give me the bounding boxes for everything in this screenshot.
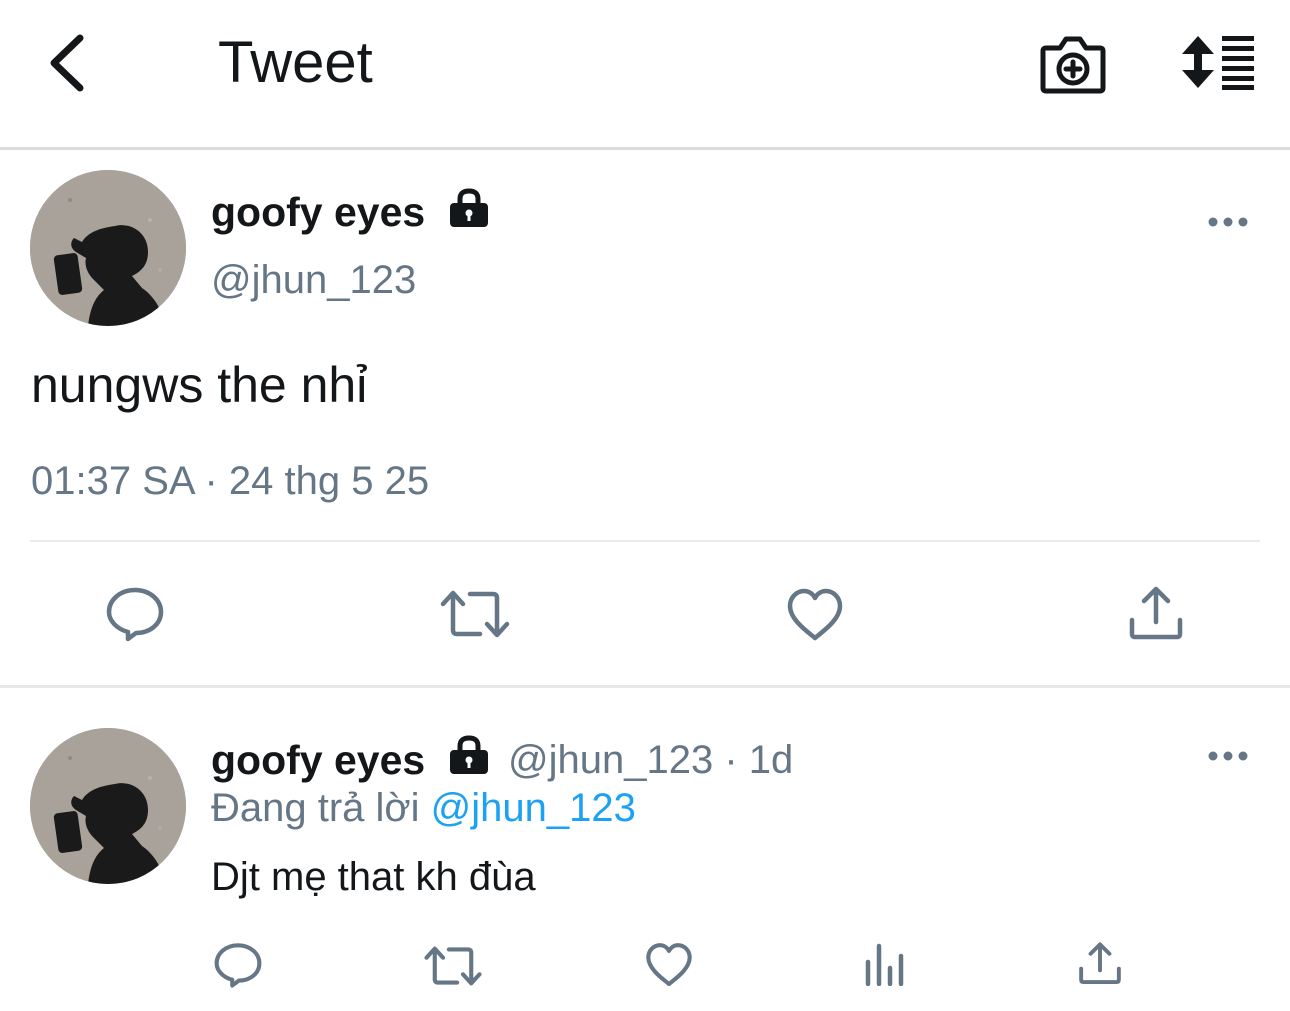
share-icon[interactable]	[1128, 586, 1184, 642]
reply-meta: @jhun_123 · 1d	[508, 736, 793, 784]
reply-icon[interactable]	[214, 942, 262, 988]
share-icon[interactable]	[1078, 942, 1122, 986]
retweet-icon[interactable]	[440, 588, 510, 640]
reply-author-name[interactable]: goofy eyes	[211, 737, 425, 783]
page-title: Tweet	[218, 30, 373, 95]
tweet-text: nungws the nhỉ	[31, 357, 368, 413]
like-icon[interactable]	[786, 588, 844, 642]
retweet-icon[interactable]	[424, 944, 482, 988]
author-name[interactable]: goofy eyes	[211, 188, 425, 236]
reply-icon[interactable]	[106, 586, 164, 642]
section-divider	[0, 685, 1290, 688]
reply-time-separator: ·	[724, 738, 738, 782]
reply-handle[interactable]: @jhun_123	[508, 738, 713, 782]
reply-time: 1d	[748, 738, 794, 782]
reply-header: goofy eyes	[211, 736, 425, 785]
avatar-image	[30, 728, 186, 884]
analytics-icon[interactable]	[864, 942, 906, 986]
more-options-icon[interactable]	[1208, 750, 1248, 762]
sort-lines-icon[interactable]	[1178, 34, 1258, 90]
avatar-image	[30, 170, 186, 326]
lock-icon	[450, 735, 488, 774]
tweet-divider	[30, 540, 1260, 542]
camera-plus-icon[interactable]	[1040, 34, 1106, 94]
reply-avatar[interactable]	[30, 728, 186, 884]
lock-icon	[450, 188, 488, 227]
replying-to-handle-link[interactable]: @jhun_123	[431, 786, 636, 830]
header-divider	[0, 147, 1290, 150]
replying-to-line: Đang trả lời @jhun_123	[211, 784, 636, 832]
more-options-icon[interactable]	[1208, 216, 1248, 228]
avatar[interactable]	[30, 170, 186, 326]
replying-to-label: Đang trả lời	[211, 786, 420, 830]
like-icon[interactable]	[645, 942, 693, 988]
author-handle[interactable]: @jhun_123	[211, 256, 416, 304]
tweet-timestamp: 01:37 SA · 24 thg 5 25	[31, 459, 430, 503]
back-icon[interactable]	[40, 30, 100, 96]
reply-text: Djt mẹ that kh đùa	[211, 855, 536, 899]
